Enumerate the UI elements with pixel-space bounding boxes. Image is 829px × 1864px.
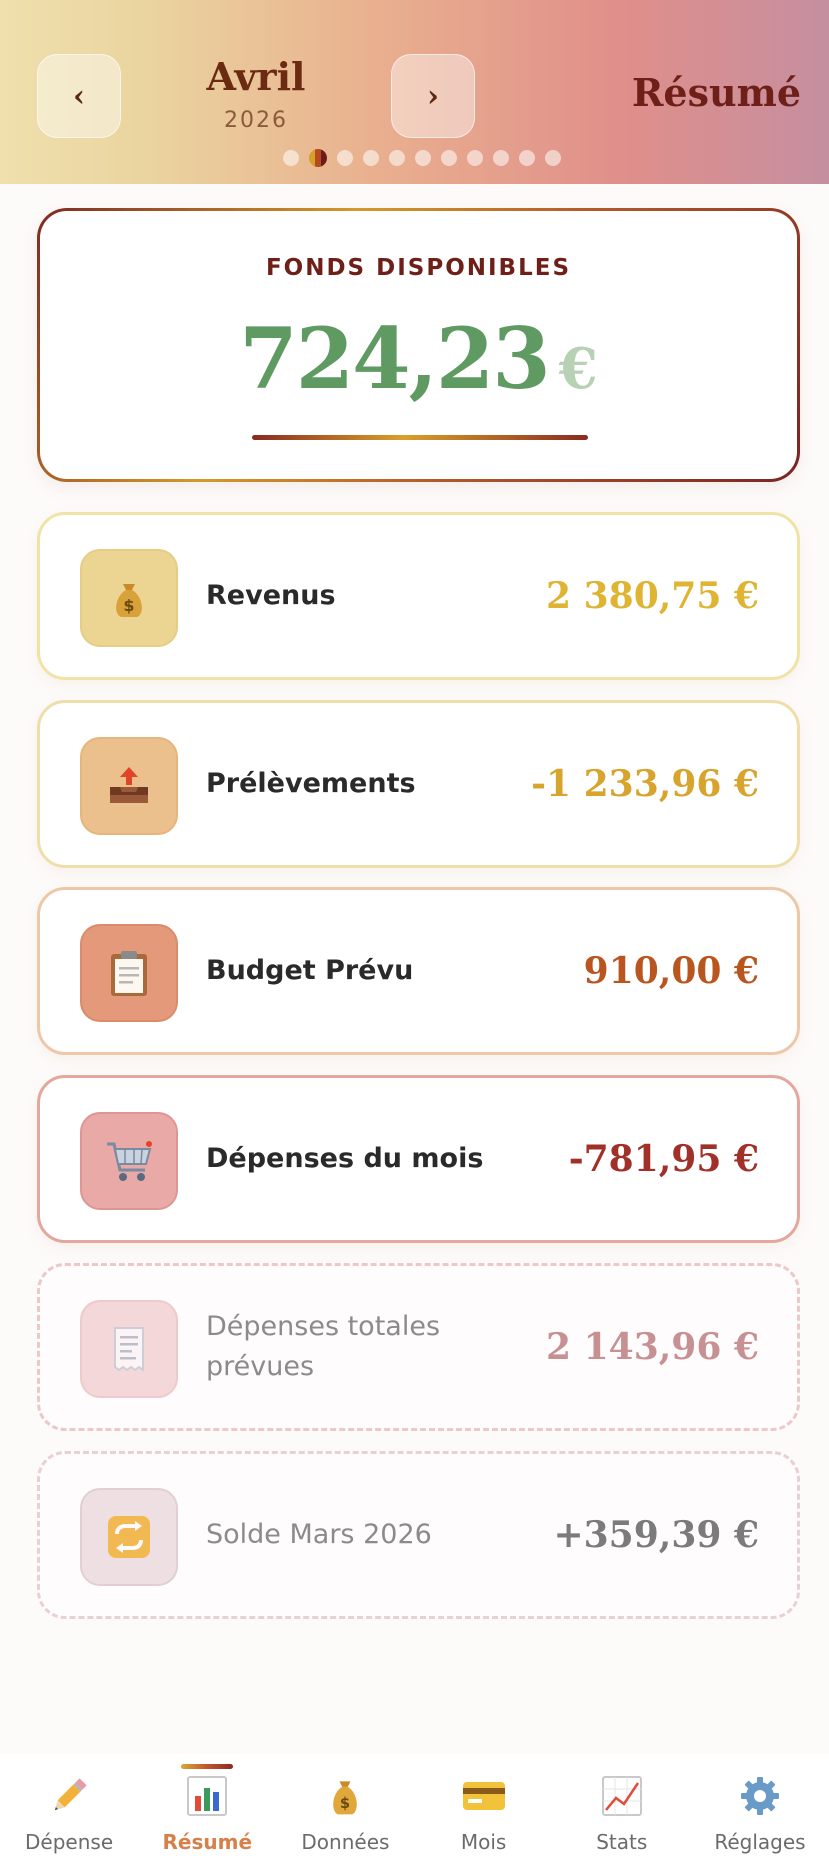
nav-item-reglages[interactable]: Réglages <box>691 1754 829 1864</box>
available-funds-currency: € <box>558 336 598 402</box>
pencil-icon <box>47 1774 91 1818</box>
money-bag-icon: $ <box>323 1774 367 1818</box>
clipboard-icon <box>80 924 178 1022</box>
month-header: ‹ Avril 2026 › Résumé <box>0 0 829 184</box>
row-label: Revenus <box>206 580 336 611</box>
nav-item-mois[interactable]: Mois <box>415 1754 553 1864</box>
month-year: 2026 <box>224 108 288 133</box>
page-title: Résumé <box>631 70 801 115</box>
nav-label: Mois <box>460 1830 507 1854</box>
month-pager-dots <box>283 149 561 167</box>
row-label: Dépenses totales prévues <box>206 1311 441 1382</box>
row-depenses-totales-prevues[interactable]: Dépenses totales prévues 2 143,96 € <box>37 1263 800 1431</box>
nav-item-donnees[interactable]: $ Données <box>276 1754 414 1864</box>
nav-item-stats[interactable]: Stats <box>553 1754 691 1864</box>
available-funds-amount: 724,23 <box>239 309 550 408</box>
pager-dot[interactable] <box>363 150 379 166</box>
nav-item-resume[interactable]: Résumé <box>138 1754 276 1864</box>
outbox-tray-icon <box>80 737 178 835</box>
nav-label: Données <box>301 1830 390 1854</box>
available-funds-value: 724,23 € <box>40 309 797 408</box>
bar-chart-icon <box>185 1774 229 1818</box>
nav-label: Stats <box>596 1830 648 1854</box>
row-solde-mois-precedent[interactable]: Solde Mars 2026 +359,39 € <box>37 1451 800 1619</box>
pager-dot[interactable] <box>389 150 405 166</box>
row-budget-prevu[interactable]: Budget Prévu 910,00 € <box>37 887 800 1055</box>
pager-dot[interactable] <box>493 150 509 166</box>
pager-dot[interactable] <box>467 150 483 166</box>
nav-item-depense[interactable]: Dépense <box>0 1754 138 1864</box>
row-value: -781,95 € <box>568 1138 759 1180</box>
row-label: Solde Mars 2026 <box>206 1519 432 1550</box>
svg-text:$: $ <box>123 596 134 615</box>
available-funds-label: FONDS DISPONIBLES <box>265 255 572 281</box>
receipt-icon <box>80 1300 178 1398</box>
money-bag-icon: $ <box>80 549 178 647</box>
row-label: Prélèvements <box>206 768 416 799</box>
pager-dot[interactable] <box>337 150 353 166</box>
row-value: 2 143,96 € <box>546 1326 759 1368</box>
funds-underline-divider <box>252 435 588 440</box>
row-value: 910,00 € <box>583 950 759 992</box>
pager-dot[interactable] <box>545 150 561 166</box>
pager-dot[interactable] <box>415 150 431 166</box>
pager-dot-active[interactable] <box>309 149 327 167</box>
available-funds-card: FONDS DISPONIBLES 724,23 € <box>37 208 800 482</box>
month-name: Avril <box>206 54 306 99</box>
nav-label: Dépense <box>25 1830 114 1854</box>
row-label: Budget Prévu <box>206 955 414 986</box>
previous-month-button[interactable]: ‹ <box>37 54 121 138</box>
next-month-button[interactable]: › <box>391 54 475 138</box>
row-value: +359,39 € <box>553 1514 759 1556</box>
row-value: -1 233,96 € <box>531 763 759 805</box>
pager-dot[interactable] <box>519 150 535 166</box>
row-prelevements[interactable]: Prélèvements -1 233,96 € <box>37 700 800 868</box>
nav-label: Réglages <box>714 1830 806 1854</box>
svg-text:$: $ <box>340 1795 350 1812</box>
bottom-navigation: Dépense Résumé $ Données Mois Stats Régl… <box>0 1754 829 1864</box>
nav-label: Résumé <box>162 1830 253 1854</box>
credit-card-icon <box>461 1774 507 1818</box>
row-depenses-du-mois[interactable]: Dépenses du mois -781,95 € <box>37 1075 800 1243</box>
repeat-arrows-icon <box>80 1488 178 1586</box>
row-value: 2 380,75 € <box>546 575 759 617</box>
pager-dot[interactable] <box>441 150 457 166</box>
gear-icon <box>738 1774 782 1818</box>
row-label: Dépenses du mois <box>206 1143 484 1174</box>
row-revenus[interactable]: $ Revenus 2 380,75 € <box>37 512 800 680</box>
pager-dot[interactable] <box>283 150 299 166</box>
shopping-cart-icon <box>80 1112 178 1210</box>
trend-chart-icon <box>600 1774 644 1818</box>
